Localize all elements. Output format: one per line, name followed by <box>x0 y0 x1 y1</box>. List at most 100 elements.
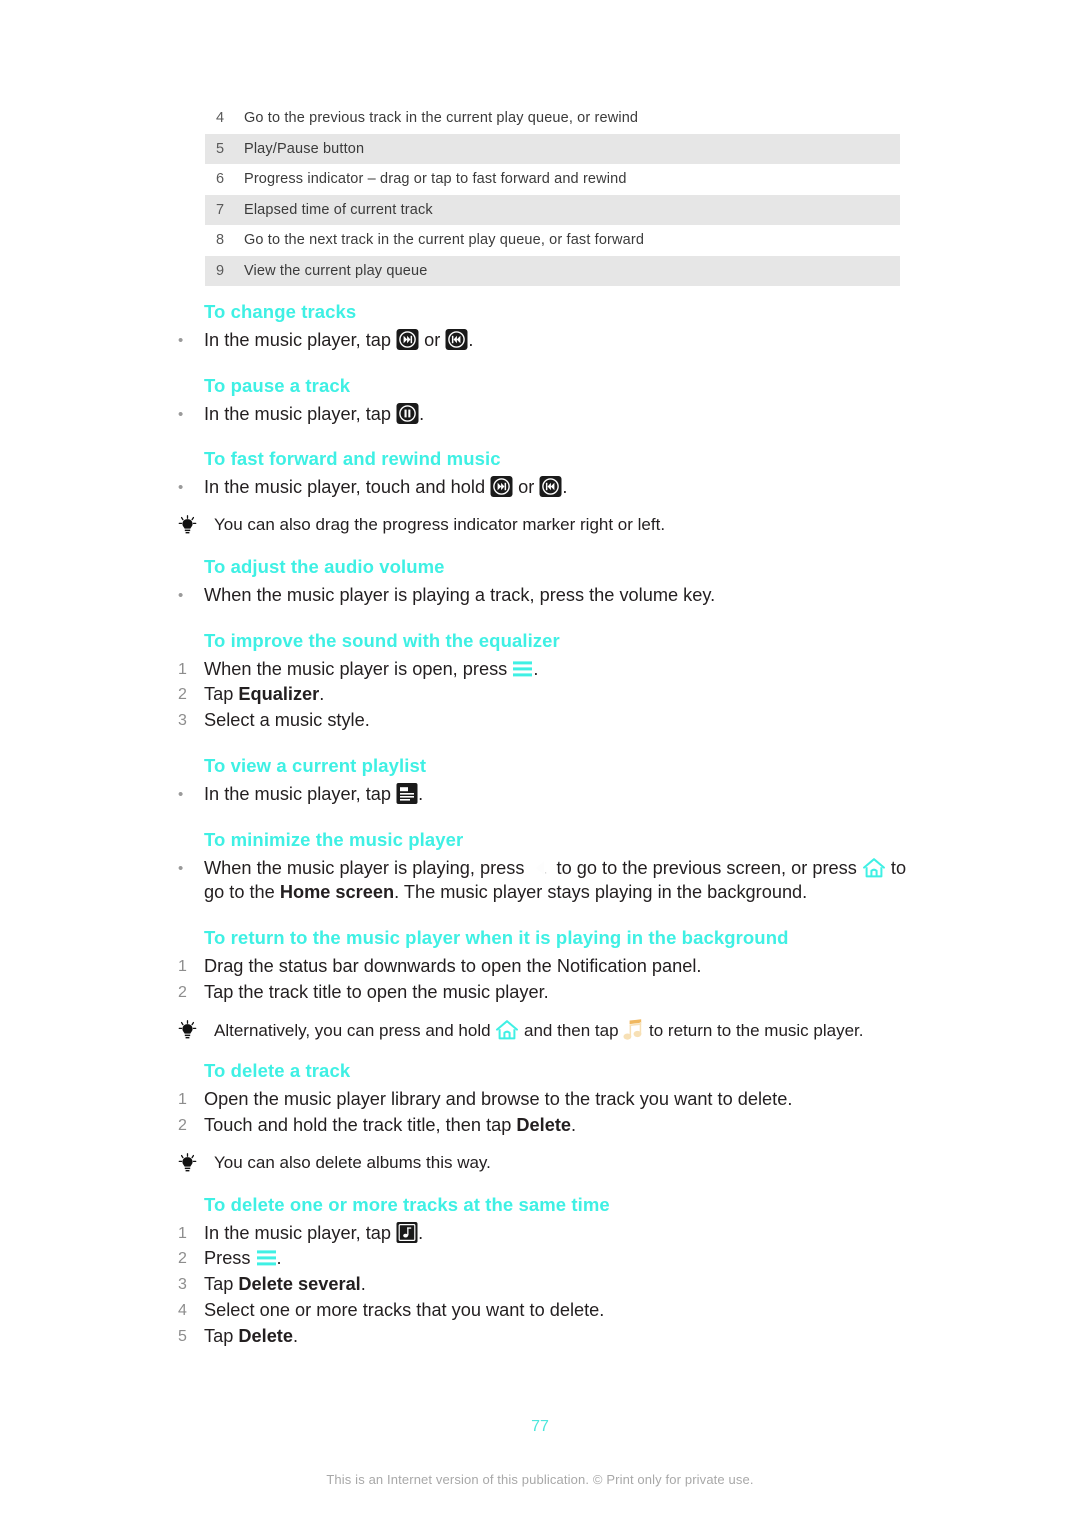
section-heading: To pause a track <box>204 374 351 396</box>
list-item: 2 Tap the track title to open the music … <box>178 980 908 1005</box>
legend-description: Progress indicator – drag or tap to fast… <box>244 171 627 188</box>
list-item: 1 Drag the status bar downwards to open … <box>178 954 908 979</box>
emphasis-text: Home screen <box>279 882 395 903</box>
list-item-text: Press . <box>204 1246 908 1271</box>
list-item-text: Tap the track title to open the music pl… <box>204 981 549 1002</box>
back-icon <box>530 858 552 878</box>
section-equalizer: To improve the sound with the equalizer … <box>178 629 908 733</box>
text-fragment: In the music player, tap <box>204 329 397 350</box>
text-fragment: . <box>276 1248 282 1269</box>
section-return-to-player: To return to the music player when it is… <box>178 926 908 1043</box>
step-number: 1 <box>178 958 187 976</box>
bullet-marker <box>178 475 204 499</box>
section-pause-track: To pause a track In the music player, ta… <box>178 374 908 427</box>
step-number: 2 <box>178 1250 187 1268</box>
text-fragment: . <box>468 329 474 350</box>
list-item: 3 Tap Delete several. <box>178 1272 908 1297</box>
bullet-marker <box>178 402 204 426</box>
bullet-list: In the music player, tap . <box>178 402 908 427</box>
text-fragment: . <box>419 403 425 424</box>
lightbulb-icon <box>178 513 214 539</box>
text-fragment: In the music player, tap <box>204 403 397 424</box>
list-item: In the music player, touch and hold or . <box>178 475 908 500</box>
list-item-text: Open the music player library and browse… <box>204 1089 793 1110</box>
text-fragment: . <box>319 684 325 705</box>
tip-callout: You can also delete albums this way. <box>178 1151 908 1177</box>
step-number: 3 <box>178 712 187 730</box>
table-row: 4 Go to the previous track in the curren… <box>205 103 900 134</box>
play-queue-icon <box>396 782 418 804</box>
footer-note: This is an Internet version of this publ… <box>326 1472 754 1487</box>
legend-number: 4 <box>216 110 225 127</box>
text-fragment: and then tap <box>519 1020 624 1040</box>
list-item-text: Touch and hold the track title, then tap… <box>204 1113 908 1138</box>
tip-text: Alternatively, you can press and hold an… <box>214 1018 908 1043</box>
legend-table: 4 Go to the previous track in the curren… <box>205 103 900 286</box>
list-item-text: Tap Delete. <box>204 1324 908 1349</box>
home-icon <box>495 1019 519 1041</box>
text-fragment: . <box>418 783 424 804</box>
list-item-text: Drag the status bar downwards to open th… <box>204 956 702 977</box>
step-number: 1 <box>178 660 187 678</box>
bullet-list: In the music player, tap . <box>178 782 908 807</box>
list-item-text: When the music player is playing, press … <box>204 856 908 906</box>
tip-callout: Alternatively, you can press and hold an… <box>178 1018 908 1044</box>
table-row: 8 Go to the next track in the current pl… <box>205 225 900 256</box>
list-item: 1 When the music player is open, press . <box>178 657 908 682</box>
list-item-text: Select a music style. <box>204 710 370 731</box>
emphasis-text: Delete several <box>238 1274 361 1295</box>
menu-icon <box>512 660 533 678</box>
step-number: 1 <box>178 1091 187 1109</box>
legend-description: Play/Pause button <box>244 140 365 157</box>
document-page: 4 Go to the previous track in the curren… <box>0 0 1080 1527</box>
bullet-list: In the music player, touch and hold or . <box>178 475 908 500</box>
rewind-icon <box>539 476 562 498</box>
list-item: In the music player, tap or . <box>178 328 908 353</box>
emphasis-text: Delete <box>516 1115 572 1136</box>
text-fragment: . The music player stays playing in the … <box>394 882 808 903</box>
list-item: 2 Press . <box>178 1246 908 1271</box>
text-fragment: In the music player, tap <box>204 783 397 804</box>
legend-number: 9 <box>216 262 225 279</box>
bullet-marker <box>178 328 204 352</box>
step-number: 2 <box>178 983 187 1001</box>
list-item-text: In the music player, tap . <box>204 1221 908 1246</box>
bullet-list: When the music player is playing a track… <box>178 583 908 608</box>
text-fragment: or <box>419 329 446 350</box>
text-fragment: Tap <box>204 1325 239 1346</box>
emphasis-text: Delete <box>238 1325 293 1346</box>
text-fragment: . <box>292 1325 299 1346</box>
legend-number: 6 <box>216 171 225 188</box>
list-item-text: In the music player, tap . <box>204 402 908 427</box>
section-heading: To delete a track <box>204 1060 351 1082</box>
bullet-marker <box>178 583 204 607</box>
next-track-icon <box>396 328 419 350</box>
legend-number: 5 <box>216 140 225 157</box>
music-library-icon <box>396 1221 418 1243</box>
pause-icon <box>396 402 419 424</box>
text-fragment: In the music player, touch and hold <box>204 477 491 498</box>
page-number: 77 <box>531 1418 549 1435</box>
list-item: In the music player, tap . <box>178 782 908 807</box>
section-fast-forward-rewind: To fast forward and rewind music In the … <box>178 447 908 539</box>
section-delete-track: To delete a track 1 Open the music playe… <box>178 1059 908 1176</box>
step-number: 5 <box>178 1327 187 1345</box>
text-fragment: . <box>418 1222 424 1243</box>
section-change-tracks: To change tracks In the music player, ta… <box>178 300 908 353</box>
table-row: 6 Progress indicator – drag or tap to fa… <box>205 164 900 195</box>
section-heading: To return to the music player when it is… <box>204 927 789 949</box>
list-item-text: In the music player, touch and hold or . <box>204 475 908 500</box>
list-item: 1 Open the music player library and brow… <box>178 1087 908 1112</box>
section-heading: To fast forward and rewind music <box>204 448 501 470</box>
emphasis-text: Equalizer <box>238 684 320 705</box>
bullet-list: When the music player is playing, press … <box>178 856 908 906</box>
list-item: When the music player is playing a track… <box>178 583 908 608</box>
numbered-list: 1 When the music player is open, press .… <box>178 657 908 733</box>
list-item-text: When the music player is playing a track… <box>204 584 716 605</box>
list-item: 1 In the music player, tap . <box>178 1221 908 1246</box>
section-heading: To adjust the audio volume <box>204 555 445 577</box>
text-fragment: . <box>571 1115 577 1136</box>
text-fragment: In the music player, tap <box>204 1222 397 1243</box>
list-item-text: When the music player is open, press . <box>204 657 908 682</box>
home-icon <box>862 857 886 879</box>
